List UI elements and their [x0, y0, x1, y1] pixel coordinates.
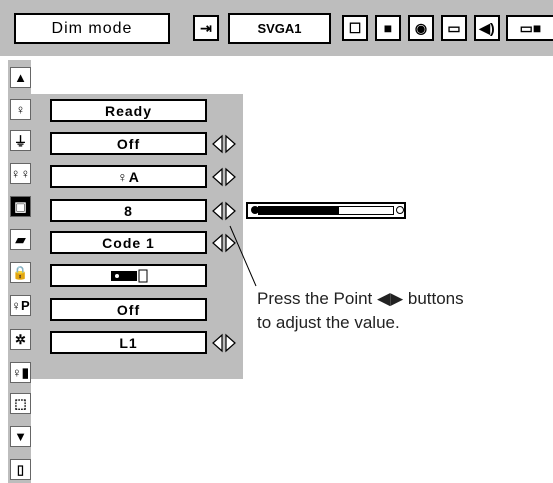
slider-min-dot: [251, 206, 259, 214]
image-level-icon[interactable]: ▣: [10, 196, 31, 217]
setting-icon[interactable]: ▭■: [506, 15, 553, 41]
input-icon[interactable]: ⇥: [193, 15, 219, 41]
left-right-arrows-icon[interactable]: [212, 333, 236, 353]
pin-code-lock-field[interactable]: Off: [50, 298, 207, 321]
input-source-label: SVGA1: [228, 13, 331, 44]
exit-icon[interactable]: ▯: [10, 459, 31, 480]
down-arrow-icon[interactable]: ▼: [10, 426, 31, 447]
callout-text: Press the Point ◀▶ buttons to adjust the…: [257, 287, 464, 335]
remote-control-icon[interactable]: ▰: [10, 229, 31, 250]
lamp-counter-icon[interactable]: ♀▮: [10, 362, 31, 383]
callout-line-2: to adjust the value.: [257, 313, 400, 332]
image-select-icon[interactable]: ■: [375, 15, 401, 41]
lamp-icon[interactable]: ♀: [10, 99, 31, 120]
sound-icon[interactable]: ◀): [474, 15, 500, 41]
lamp-control-field[interactable]: ♀A: [50, 165, 207, 188]
remote-control-field[interactable]: Code 1: [50, 231, 207, 254]
lamp-control-icon[interactable]: ♀♀: [10, 163, 31, 184]
projector-icon: [110, 269, 147, 282]
factory-default-icon[interactable]: ⬚: [10, 393, 31, 414]
key-lock-field[interactable]: [50, 264, 207, 287]
left-right-arrows-icon[interactable]: [212, 167, 236, 187]
lamp-status-field: Ready: [50, 99, 207, 122]
slider-max-dot: [396, 206, 404, 214]
left-right-arrows-icon[interactable]: [212, 134, 236, 154]
pc-adjust-icon[interactable]: ☐: [342, 15, 368, 41]
fan-control-field[interactable]: L1: [50, 331, 207, 354]
key-lock-icon[interactable]: 🔒: [10, 262, 31, 283]
up-arrow-icon[interactable]: ▲: [10, 67, 31, 88]
image-adjust-icon[interactable]: ◉: [408, 15, 434, 41]
image-level-field[interactable]: 8: [50, 199, 207, 222]
screen-icon[interactable]: ▭: [441, 15, 467, 41]
fan-control-icon[interactable]: ✲: [10, 329, 31, 350]
callout-line: [229, 225, 257, 287]
left-right-arrows-icon[interactable]: [212, 201, 236, 221]
callout-line-1: Press the Point ◀▶ buttons: [257, 289, 464, 308]
pin-code-lock-icon[interactable]: ♀P: [10, 295, 31, 316]
current-mode-label: Dim mode: [14, 13, 170, 44]
power-management-icon[interactable]: ⏚: [10, 130, 31, 151]
slider-fill: [259, 207, 339, 214]
power-management-field[interactable]: Off: [50, 132, 207, 155]
